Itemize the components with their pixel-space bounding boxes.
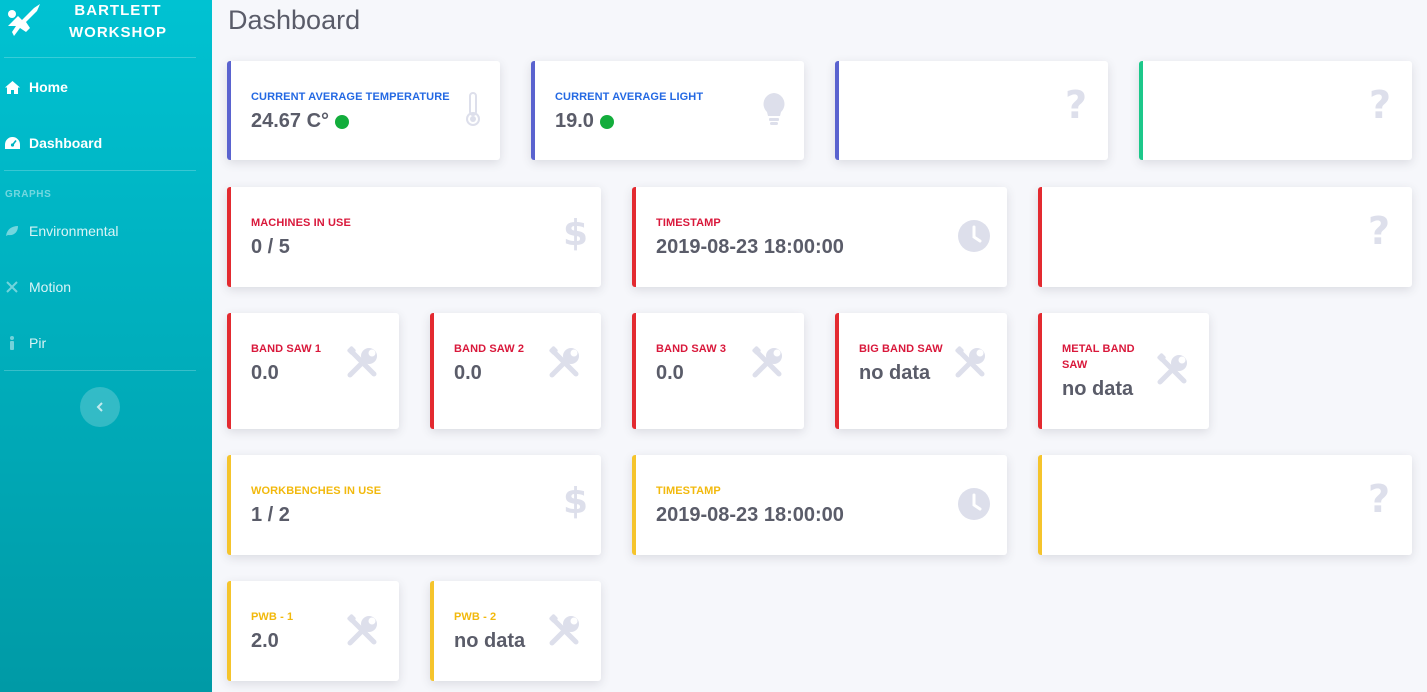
sidebar-item-environmental[interactable]: Environmental	[4, 219, 204, 243]
home-icon	[4, 79, 20, 95]
question-icon: ?	[1368, 209, 1391, 253]
card-value: 2019-08-23 18:00:00	[656, 236, 844, 258]
card-value: 0.0	[454, 362, 482, 384]
unknown-card: ?	[1139, 61, 1412, 160]
card-value: no data	[1062, 378, 1134, 400]
sidebar-item-label: Environmental	[29, 223, 119, 239]
status-dot	[335, 114, 350, 129]
card-value: 2019-08-23 18:00:00	[656, 504, 844, 526]
unknown-card: ?	[835, 61, 1108, 160]
question-icon: ?	[1368, 477, 1391, 521]
question-icon: ?	[1369, 83, 1392, 127]
status-dot	[599, 114, 614, 129]
sidebar-item-pir[interactable]: Pir	[4, 331, 204, 355]
clock-icon	[958, 488, 990, 520]
tools-icon	[549, 614, 581, 646]
band-saw-2-card: BAND SAW 2 0.0	[430, 313, 601, 429]
unknown-card: ?	[1038, 455, 1412, 555]
brand-title: BARTLETT WORKSHOP	[69, 2, 167, 41]
temperature-card: CURRENT AVERAGE TEMPERATURE 24.67 C°	[227, 61, 500, 160]
sidebar-item-label: Home	[29, 79, 68, 95]
card-value: 19.0	[555, 110, 614, 133]
card-value: no data	[859, 362, 931, 384]
unknown-card: ?	[1038, 187, 1412, 287]
page-title: Dashboard	[228, 5, 361, 35]
sidebar-item-motion[interactable]: Motion	[4, 275, 204, 299]
person-icon	[4, 335, 20, 351]
workbenches-in-use-card: WORKBENCHES IN USE 1 / 2 $	[227, 455, 601, 555]
card-label: MACHINES IN USE	[251, 217, 351, 229]
sidebar-item-label: Motion	[29, 279, 72, 295]
tools-icon	[549, 346, 581, 378]
tools-icon	[1157, 353, 1189, 385]
tools-icon	[347, 346, 379, 378]
machines-in-use-card: MACHINES IN USE 0 / 5 $	[227, 187, 601, 287]
card-label: PWB - 2	[454, 611, 497, 623]
card-value: no data	[454, 630, 526, 652]
sidebar-toggle-button[interactable]	[80, 387, 120, 427]
light-value: 19.0	[555, 110, 594, 132]
card-label: METAL BAND SAW	[1062, 343, 1135, 371]
light-card: CURRENT AVERAGE LIGHT 19.0	[531, 61, 804, 160]
card-label: BIG BAND SAW	[859, 343, 943, 355]
card-label: WORKBENCHES IN USE	[251, 485, 382, 497]
sidebar: BARTLETT WORKSHOP Home Dashboard GRAPHS …	[0, 0, 212, 692]
leaf-icon	[4, 223, 20, 239]
lightbulb-icon	[763, 93, 785, 125]
brand[interactable]: BARTLETT WORKSHOP	[0, 0, 212, 56]
sidebar-divider	[4, 370, 196, 371]
sidebar-item-label: Pir	[29, 335, 47, 351]
pwb-1-card: PWB - 1 2.0	[227, 581, 399, 681]
card-value: 24.67 C°	[251, 110, 350, 133]
card-label: CURRENT AVERAGE LIGHT	[555, 91, 704, 103]
dollar-icon: $	[563, 213, 589, 254]
temperature-value: 24.67 C°	[251, 110, 330, 132]
card-value: 2.0	[251, 630, 279, 652]
sidebar-item-dashboard[interactable]: Dashboard	[4, 131, 204, 155]
machines-timestamp-card: TIMESTAMP 2019-08-23 18:00:00	[632, 187, 1007, 287]
card-label: BAND SAW 2	[454, 343, 525, 355]
card-value: 0 / 5	[251, 236, 290, 258]
card-value: 0.0	[251, 362, 279, 384]
card-value: 1 / 2	[251, 504, 290, 526]
card-label: BAND SAW 1	[251, 343, 322, 355]
pwb-2-card: PWB - 2 no data	[430, 581, 601, 681]
tools-icon	[347, 614, 379, 646]
card-label: PWB - 1	[251, 611, 294, 623]
tools-icon	[752, 346, 784, 378]
card-label: BAND SAW 3	[656, 343, 727, 355]
question-icon: ?	[1065, 83, 1088, 127]
band-saw-3-card: BAND SAW 3 0.0	[632, 313, 804, 429]
chevron-left-icon	[96, 402, 103, 412]
arrows-icon	[4, 279, 20, 295]
sidebar-divider	[4, 170, 196, 171]
sidebar-section-heading: GRAPHS	[5, 189, 52, 200]
sidebar-item-label: Dashboard	[29, 135, 103, 151]
card-label: TIMESTAMP	[656, 217, 721, 229]
big-band-saw-card: BIG BAND SAW no data	[835, 313, 1007, 429]
workbenches-timestamp-card: TIMESTAMP 2019-08-23 18:00:00	[632, 455, 1007, 555]
card-label: TIMESTAMP	[656, 485, 721, 497]
metal-band-saw-card: METAL BAND SAW no data	[1038, 313, 1209, 429]
dashboard-icon	[4, 135, 20, 151]
workshop-logo-icon	[8, 4, 40, 36]
clock-icon	[958, 220, 990, 252]
band-saw-1-card: BAND SAW 1 0.0	[227, 313, 399, 429]
sidebar-item-home[interactable]: Home	[4, 75, 204, 99]
card-label: CURRENT AVERAGE TEMPERATURE	[251, 91, 450, 103]
card-value: 0.0	[656, 362, 684, 384]
thermometer-icon	[465, 92, 481, 126]
dollar-icon: $	[563, 481, 589, 522]
tools-icon	[955, 346, 987, 378]
sidebar-divider	[4, 57, 196, 58]
